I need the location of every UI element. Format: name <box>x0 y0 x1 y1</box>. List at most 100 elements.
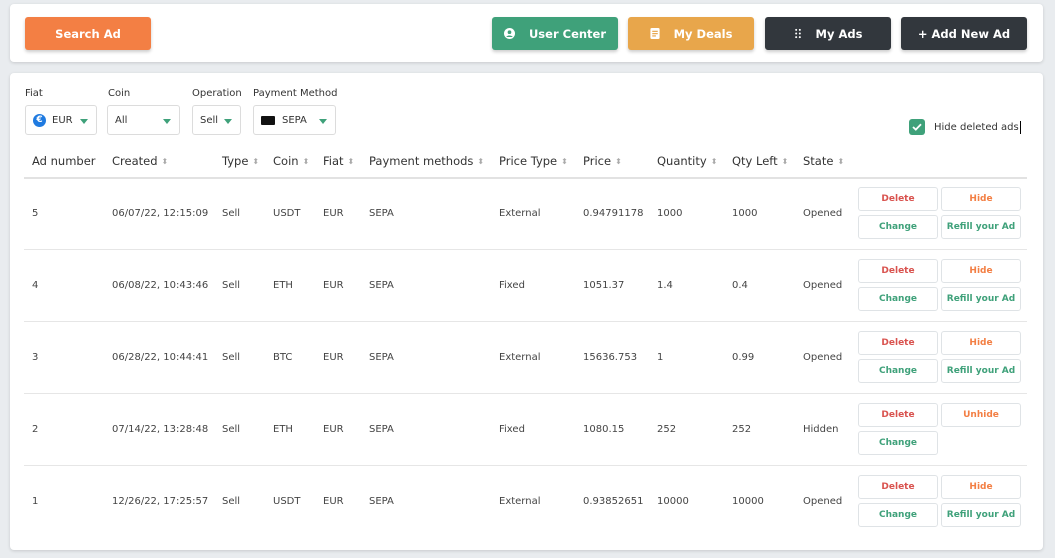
add-new-ad-button[interactable]: + Add New Ad <box>901 17 1027 50</box>
th-ad-number-label: Ad number <box>32 154 96 168</box>
user-center-button[interactable]: User Center <box>492 17 618 50</box>
cell-fiat: EUR <box>323 424 344 435</box>
th-price[interactable]: Price ⬍ <box>583 154 622 168</box>
top-toolbar: Search Ad User Center My Deals My Ads + … <box>10 4 1043 62</box>
cell-payment-method: SEPA <box>369 352 394 363</box>
hide-button[interactable]: Hide <box>941 187 1021 211</box>
cell-coin: USDT <box>273 496 301 507</box>
cell-state: Hidden <box>803 424 839 435</box>
th-quantity[interactable]: Quantity ⬍ <box>657 154 717 168</box>
change-button[interactable]: Change <box>858 431 938 455</box>
my-ads-label: My Ads <box>815 26 863 41</box>
text-cursor <box>1019 120 1021 134</box>
cell-price-type: External <box>499 496 541 507</box>
search-ad-label: Search Ad <box>55 26 121 41</box>
operation-select-value: Sell <box>200 114 219 126</box>
cell-ad-number: 2 <box>32 424 39 435</box>
cell-created: 06/08/22, 10:43:46 <box>112 280 209 291</box>
table-row: 3 06/28/22, 10:44:41 Sell BTC EUR SEPA E… <box>24 322 1027 394</box>
delete-button[interactable]: Delete <box>858 259 938 283</box>
sepa-logo-icon <box>261 115 275 125</box>
fiat-select[interactable]: € EUR <box>25 105 97 135</box>
sort-icon: ⬍ <box>477 156 485 166</box>
cell-created: 06/07/22, 12:15:09 <box>112 208 209 219</box>
cell-price: 1080.15 <box>583 424 625 435</box>
cell-created: 07/14/22, 13:28:48 <box>112 424 209 435</box>
my-ads-button[interactable]: My Ads <box>765 17 891 50</box>
change-button[interactable]: Change <box>858 287 938 311</box>
cell-payment-method: SEPA <box>369 424 394 435</box>
delete-button[interactable]: Delete <box>858 475 938 499</box>
refill-button[interactable]: Refill your Ad <box>941 287 1021 311</box>
th-fiat[interactable]: Fiat ⬍ <box>323 154 354 168</box>
cell-type: Sell <box>222 424 241 435</box>
delete-button[interactable]: Delete <box>858 187 938 211</box>
coin-filter-label: Coin <box>108 88 131 99</box>
payment-method-select[interactable]: SEPA <box>253 105 336 135</box>
my-deals-button[interactable]: My Deals <box>628 17 754 50</box>
th-ad-number[interactable]: Ad number <box>32 154 96 168</box>
refill-button[interactable]: Refill your Ad <box>941 215 1021 239</box>
delete-button[interactable]: Delete <box>858 403 938 427</box>
th-created[interactable]: Created ⬍ <box>112 154 168 168</box>
operation-filter-label: Operation <box>192 88 242 99</box>
unhide-button[interactable]: Unhide <box>941 403 1021 427</box>
sort-icon: ⬍ <box>837 156 845 166</box>
cell-price-type: Fixed <box>499 424 525 435</box>
cell-qty-left: 252 <box>732 424 752 435</box>
th-price-type[interactable]: Price Type ⬍ <box>499 154 568 168</box>
cell-payment-method: SEPA <box>369 280 394 291</box>
hide-button[interactable]: Hide <box>941 331 1021 355</box>
payment-method-select-value: SEPA <box>282 114 307 126</box>
cell-coin: ETH <box>273 424 293 435</box>
sort-icon: ⬍ <box>302 156 310 166</box>
change-button[interactable]: Change <box>858 359 938 383</box>
refill-button[interactable]: Refill your Ad <box>941 359 1021 383</box>
cell-fiat: EUR <box>323 352 344 363</box>
user-center-label: User Center <box>528 26 607 41</box>
cell-price-type: Fixed <box>499 280 525 291</box>
th-state[interactable]: State ⬍ <box>803 154 844 168</box>
hide-button[interactable]: Hide <box>941 475 1021 499</box>
cell-state: Opened <box>803 208 843 219</box>
refill-button[interactable]: Refill your Ad <box>941 503 1021 527</box>
cell-price: 1051.37 <box>583 280 625 291</box>
my-deals-label: My Deals <box>673 26 733 41</box>
cell-price: 0.94791178 <box>583 208 644 219</box>
search-ad-button[interactable]: Search Ad <box>25 17 151 50</box>
coin-select[interactable]: All <box>107 105 180 135</box>
payment-method-filter-label: Payment Method <box>253 88 338 99</box>
cell-quantity: 1 <box>657 352 664 363</box>
th-coin-label: Coin <box>273 154 299 168</box>
hide-deleted-label: Hide deleted ads <box>934 121 1019 133</box>
ads-panel: Fiat € EUR Coin All Operation Sell Payme… <box>10 73 1043 550</box>
sort-icon: ⬍ <box>615 156 622 166</box>
cell-coin: ETH <box>273 280 293 291</box>
cell-type: Sell <box>222 280 241 291</box>
sort-icon: ⬍ <box>252 156 260 166</box>
hide-button[interactable]: Hide <box>941 259 1021 283</box>
th-payment-methods[interactable]: Payment methods ⬍ <box>369 154 484 168</box>
change-button[interactable]: Change <box>858 215 938 239</box>
user-circle-icon <box>503 28 515 39</box>
cell-ad-number: 5 <box>32 208 39 219</box>
hide-deleted-checkbox[interactable] <box>909 119 925 135</box>
delete-button[interactable]: Delete <box>858 331 938 355</box>
sort-icon: ⬍ <box>781 156 789 166</box>
cell-payment-method: SEPA <box>369 208 394 219</box>
operation-select[interactable]: Sell <box>192 105 241 135</box>
cell-qty-left: 1000 <box>732 208 758 219</box>
cell-price-type: External <box>499 208 541 219</box>
th-type-label: Type <box>222 154 249 168</box>
change-button[interactable]: Change <box>858 503 938 527</box>
chevron-down-icon <box>224 119 232 124</box>
cell-price-type: External <box>499 352 541 363</box>
hide-deleted-toggle[interactable]: Hide deleted ads <box>909 119 1021 135</box>
cell-price: 0.93852651 <box>583 496 644 507</box>
th-qty-left[interactable]: Qty Left ⬍ <box>732 154 788 168</box>
add-new-ad-label: + Add New Ad <box>917 26 1011 41</box>
cell-created: 12/26/22, 17:25:57 <box>112 496 209 507</box>
th-type[interactable]: Type ⬍ <box>222 154 259 168</box>
cell-ad-number: 1 <box>32 496 39 507</box>
th-coin[interactable]: Coin ⬍ <box>273 154 309 168</box>
